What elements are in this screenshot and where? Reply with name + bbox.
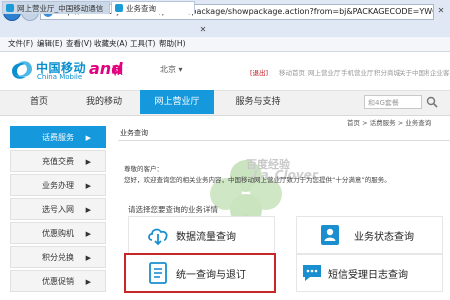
breadcrumb-bill-service[interactable]: 话费服务	[370, 119, 396, 127]
sidebar-item-label: 选号入网	[42, 205, 74, 214]
nav-home[interactable]: 首页	[10, 90, 68, 114]
city-selector[interactable]: 北京 ▾	[160, 64, 183, 75]
menu-edit[interactable]: 编辑(E)	[37, 37, 63, 51]
arrow-right-icon: ▶	[85, 254, 91, 262]
breadcrumb-current: 业务查询	[405, 119, 432, 127]
sidebar-item-select-number[interactable]: 选号入网 ▶	[10, 198, 106, 220]
sidebar-item-label: 充值交费	[42, 157, 74, 166]
service-label: 短信受理日志查询	[328, 270, 408, 281]
sidebar-item-promotions[interactable]: 优惠促销 ▶	[10, 270, 106, 292]
nav-online-hall[interactable]: 网上营业厅	[140, 90, 214, 114]
menu-favorites[interactable]: 收藏夹(A)	[94, 37, 127, 51]
breadcrumb-home[interactable]: 首页	[347, 119, 360, 127]
search-input[interactable]: 和4G套餐	[364, 95, 422, 109]
brand-name-en: China Mobile	[37, 73, 83, 81]
online-hall-link[interactable]: 网上营业厅	[308, 67, 341, 77]
person-card-icon	[321, 225, 339, 245]
tab-business-query[interactable]: 业务查询	[111, 1, 195, 14]
arrow-right-icon: ▶	[85, 206, 91, 214]
site-favicon-icon	[115, 4, 123, 12]
nav-my-mobile[interactable]: 我的移动	[68, 90, 140, 114]
service-label: 统一查询与退订	[176, 270, 246, 281]
close-tab-icon[interactable]: ✕	[434, 4, 448, 18]
tab-strip	[0, 23, 450, 37]
chat-bubble-icon	[303, 265, 321, 281]
sidebar-item-label: 业务办理	[42, 181, 74, 190]
he-brand-logo: 和	[112, 64, 123, 77]
menu-tools[interactable]: 工具(T)	[130, 37, 155, 51]
sidebar-item-label: 话费服务	[42, 133, 74, 142]
breadcrumb: 首页 > 话费服务 > 业务查询	[347, 117, 431, 127]
choose-prompt: 请选择您要查询的业务详情	[128, 205, 218, 214]
breadcrumb-sep: >	[362, 119, 368, 127]
mobile-hall-link[interactable]: 手机营业厅	[341, 67, 374, 77]
greeting-title: 尊敬的客户：	[124, 165, 163, 173]
city-label: 北京	[160, 65, 176, 74]
mobile-home-link[interactable]: 移动首页	[279, 67, 305, 77]
sidebar-item-points[interactable]: 积分兑换 ▶	[10, 246, 106, 268]
section-title: 业务查询	[120, 129, 148, 137]
about-link[interactable]: 关于中国移动	[399, 67, 429, 77]
document-list-icon	[149, 262, 167, 284]
nav-service-support[interactable]: 服务与支持	[220, 90, 296, 114]
arrow-right-icon: ▶	[85, 230, 91, 238]
breadcrumb-sep: >	[397, 119, 404, 127]
points-mall-link[interactable]: 积分商城	[374, 67, 400, 77]
arrow-right-icon: ▶	[85, 158, 91, 166]
chevron-down-icon: ▾	[178, 65, 183, 74]
sidebar-item-label: 积分兑换	[42, 253, 74, 262]
tab-online-hall[interactable]: 网上营业厅_中国移动通信	[2, 1, 110, 14]
sidebar-item-recharge[interactable]: 充值交费 ▶	[10, 150, 106, 172]
enterprise-link[interactable]: 企业客户	[430, 67, 450, 77]
greeting-text: 您好，欢迎查询您的相关业务内容，中国移动网上营业厅致力于为您提供“十分满意”的服…	[124, 176, 391, 184]
search-icon[interactable]	[426, 96, 438, 108]
sidebar-item-label: 优惠促销	[42, 277, 74, 286]
arrow-right-icon: ▶	[85, 134, 91, 142]
logout-link[interactable]: [退出]	[250, 67, 268, 77]
sidebar-item-phone-deals[interactable]: 优惠购机 ▶	[10, 222, 106, 244]
sidebar-item-bill-service[interactable]: 话费服务 ▶	[10, 126, 106, 148]
menu-view[interactable]: 查看(V)	[66, 37, 92, 51]
arrow-right-icon: ▶	[85, 182, 91, 190]
site-favicon-icon	[6, 4, 14, 12]
menu-file[interactable]: 文件(F)	[8, 37, 33, 51]
service-label: 数据流量查询	[176, 232, 236, 243]
arrow-right-icon: ▶	[85, 278, 91, 286]
cloud-download-icon	[148, 228, 168, 246]
section-divider	[118, 140, 450, 141]
close-tab-icon[interactable]: ✕	[196, 23, 210, 37]
sidebar-item-label: 优惠购机	[42, 229, 74, 238]
china-mobile-logo-icon[interactable]	[9, 59, 35, 81]
tab-label: 业务查询	[126, 4, 156, 13]
sidebar-item-business[interactable]: 业务办理 ▶	[10, 174, 106, 196]
service-label: 业务状态查询	[354, 232, 414, 243]
menu-help[interactable]: 帮助(H)	[159, 37, 186, 51]
tab-label: 网上营业厅_中国移动通信	[17, 4, 104, 13]
